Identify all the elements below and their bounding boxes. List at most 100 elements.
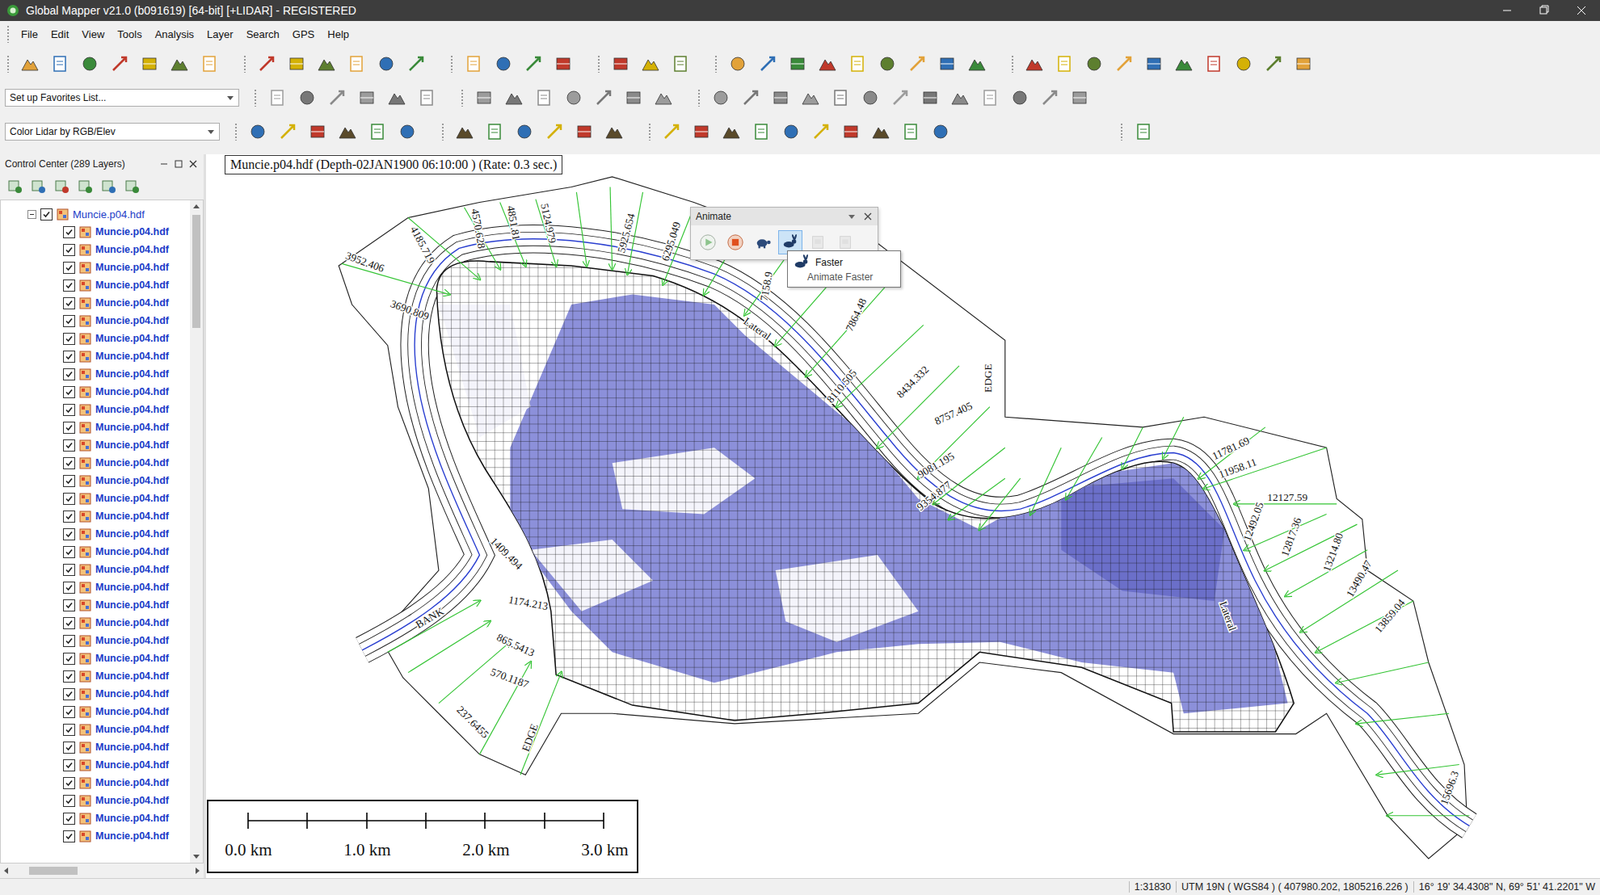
toolbar-button[interactable] (1034, 84, 1065, 112)
tree-item[interactable]: Muncie.p04.hdf (0, 383, 190, 401)
menu-item[interactable]: View (75, 28, 111, 41)
toolbar-button[interactable] (14, 50, 45, 78)
toolbar-button[interactable] (901, 50, 932, 78)
tree-item[interactable]: Muncie.p04.hdf (0, 311, 190, 330)
toolbar-button[interactable] (528, 84, 559, 112)
play-button[interactable] (695, 230, 720, 255)
toolbar-button[interactable] (618, 84, 649, 112)
minimize-icon[interactable] (1488, 0, 1526, 22)
menu-item[interactable]: Analysis (148, 28, 201, 41)
layer-checkbox[interactable] (63, 315, 76, 328)
toolbar-button[interactable] (598, 117, 629, 146)
scroll-right-icon[interactable] (190, 864, 204, 878)
tree-item[interactable]: Muncie.p04.hdf (0, 827, 190, 846)
cross-section-line[interactable] (500, 202, 527, 266)
tree-item[interactable]: Muncie.p04.hdf (0, 418, 190, 437)
layer-checkbox[interactable] (63, 617, 76, 630)
toolbar-button[interactable] (775, 117, 806, 146)
tree-item[interactable]: Muncie.p04.hdf (0, 614, 190, 632)
toolbar-button[interactable] (812, 50, 843, 78)
toolbar-button[interactable] (752, 50, 783, 78)
tree-item[interactable]: Muncie.p04.hdf (0, 703, 190, 721)
layer-checkbox[interactable] (63, 564, 76, 577)
map-canvas[interactable]: 3952.4064185.7194570.6284851.815124.9795… (206, 154, 1600, 879)
tree-item[interactable]: Muncie.p04.hdf (0, 400, 190, 419)
toolbar-button[interactable] (635, 50, 666, 78)
layer-checkbox[interactable] (63, 350, 76, 363)
cross-section-line[interactable] (1356, 713, 1449, 725)
toolbar-button[interactable] (835, 117, 866, 146)
layer-checkbox[interactable] (63, 297, 76, 310)
toolbar-button[interactable] (1288, 50, 1318, 78)
layer-checkbox[interactable] (63, 279, 76, 292)
toolbar-grip[interactable] (597, 54, 601, 73)
toolbar-button[interactable] (193, 50, 224, 78)
toolbar-button[interactable] (381, 84, 412, 112)
toolbar-button[interactable] (370, 50, 401, 78)
cross-section-line[interactable] (387, 601, 480, 653)
toolbar-button[interactable] (321, 84, 352, 112)
toolbar-button[interactable] (164, 50, 194, 78)
toolbar-button[interactable] (605, 50, 636, 78)
toolbar-button[interactable] (722, 50, 753, 78)
toolbar-grip[interactable] (234, 122, 238, 141)
tree-item[interactable]: Muncie.p04.hdf (0, 738, 190, 757)
toolbar-button[interactable] (765, 84, 796, 112)
toolbar-grip[interactable] (243, 54, 247, 73)
layer-tool-icon[interactable] (123, 177, 142, 196)
layer-checkbox[interactable] (63, 439, 76, 452)
toolbar-button[interactable] (104, 50, 135, 78)
layer-checkbox[interactable] (63, 386, 76, 399)
scroll-thumb[interactable] (29, 867, 78, 876)
toolbar-grip[interactable] (441, 122, 445, 141)
toolbar-button[interactable] (488, 50, 518, 78)
tree-item[interactable]: Muncie.p04.hdf (0, 471, 190, 490)
tree-item[interactable]: Muncie.p04.hdf (0, 791, 190, 810)
layer-tool-icon[interactable] (29, 177, 48, 196)
toolbar-button[interactable] (895, 117, 926, 146)
toolbar-grip[interactable] (460, 88, 464, 107)
toolbar-button[interactable] (1048, 50, 1079, 78)
toolbar-dropdown[interactable]: Color Lidar by RGB/Elev (4, 122, 220, 141)
layer-checkbox[interactable] (63, 368, 76, 381)
tree-item[interactable]: Muncie.p04.hdf (0, 685, 190, 704)
toolbar-button[interactable] (332, 117, 363, 146)
cross-section-line[interactable] (1122, 427, 1143, 469)
tree-item[interactable]: Muncie.p04.hdf (0, 507, 190, 526)
toolbar-button[interactable] (854, 84, 885, 112)
slower-button[interactable] (750, 230, 775, 255)
toolbar-button[interactable] (362, 117, 392, 146)
layer-checkbox[interactable] (63, 457, 76, 470)
layer-checkbox[interactable] (63, 741, 76, 754)
scroll-down-icon[interactable] (189, 850, 203, 864)
toolbar-button[interactable] (44, 50, 75, 78)
toolbar-button[interactable] (568, 117, 599, 146)
menu-item[interactable]: Search (240, 28, 287, 41)
layer-checkbox[interactable] (63, 777, 76, 790)
tree-item[interactable]: Muncie.p04.hdf (0, 720, 190, 739)
toolbar-button[interactable] (509, 117, 539, 146)
toolbar-button[interactable] (1004, 84, 1035, 112)
toolbar-button[interactable] (944, 84, 975, 112)
toolbar-grip[interactable] (450, 54, 454, 73)
layer-tool-icon[interactable] (53, 177, 72, 196)
menu-item[interactable]: GPS (286, 28, 321, 41)
menu-item[interactable]: Edit (44, 28, 76, 41)
toolbar-button[interactable] (925, 117, 956, 146)
cross-section-line[interactable] (979, 478, 1021, 530)
tree-item[interactable]: Muncie.p04.hdf (0, 489, 190, 508)
layer-checkbox[interactable] (63, 332, 76, 346)
toolbar-button[interactable] (134, 50, 165, 78)
toolbar-dropdown[interactable]: Set up Favorites List... (4, 88, 240, 107)
layer-checkbox[interactable] (63, 510, 76, 523)
layer-checkbox[interactable] (63, 261, 76, 274)
vertical-scrollbar[interactable] (189, 200, 203, 864)
toolbar-button[interactable] (914, 84, 945, 112)
toolbar-button[interactable] (865, 117, 896, 146)
layer-checkbox[interactable] (63, 581, 76, 594)
tree-item[interactable]: Muncie.p04.hdf (0, 329, 190, 348)
tree-item[interactable]: Muncie.p04.hdf (0, 631, 190, 650)
close-icon[interactable] (187, 158, 199, 170)
animate-title-bar[interactable]: Animate (690, 207, 878, 226)
tree-item[interactable]: Muncie.p04.hdf (0, 258, 190, 277)
